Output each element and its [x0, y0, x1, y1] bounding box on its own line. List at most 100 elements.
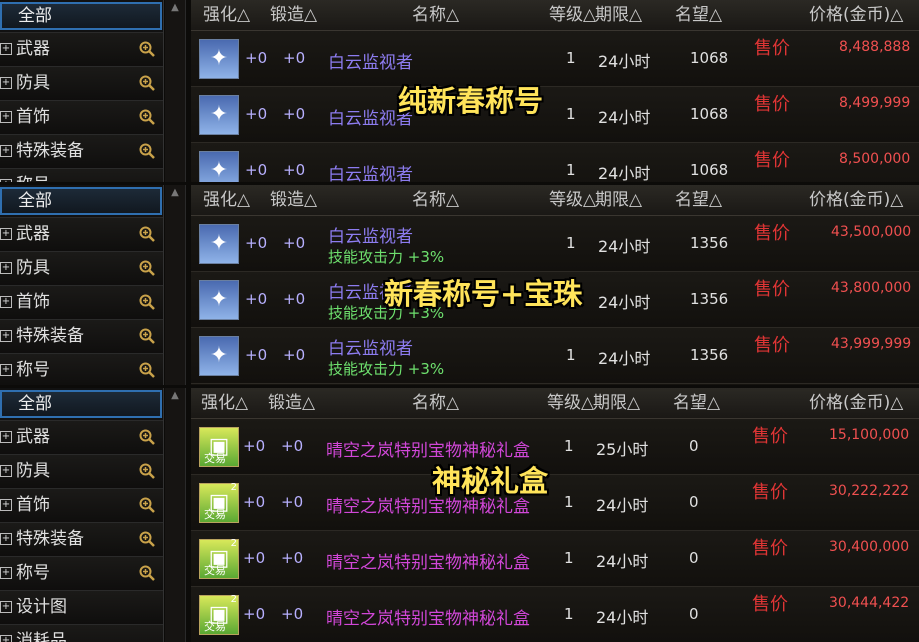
magnifier-icon[interactable] [139, 143, 155, 159]
category-item-armor[interactable]: + 防具 [0, 454, 163, 488]
table-header: 强化△ 锻造△ 名称△ 等级△ 期限△ 名望△ 价格(金币)△ [191, 0, 919, 31]
expand-icon[interactable]: + [0, 330, 12, 342]
col-forge[interactable]: 锻造△ [268, 388, 315, 418]
category-item-weapon[interactable]: + 武器 [0, 420, 163, 454]
category-item-special[interactable]: + 特殊装备 [0, 522, 163, 556]
item-name: 白云监视者 [328, 165, 413, 182]
col-name[interactable]: 名称△ [412, 0, 459, 30]
category-item-title[interactable]: + 称号 [0, 556, 163, 590]
category-item-armor[interactable]: + 防具 [0, 66, 163, 100]
expand-icon[interactable]: + [0, 567, 12, 579]
forge-value: +0 [283, 105, 306, 123]
expand-icon[interactable]: + [0, 179, 12, 182]
sidebar-scrollbar[interactable]: ▲ [165, 388, 186, 642]
category-item-title[interactable]: + 称号 [0, 353, 163, 385]
sidebar-scrollbar[interactable]: ▲ [165, 185, 186, 385]
category-item-special[interactable]: + 特殊装备 [0, 319, 163, 353]
scroll-up-icon[interactable]: ▲ [165, 185, 185, 201]
table-row[interactable]: ▣ 2 交易 +0 +0 晴空之岚特别宝物神秘礼盒 1 24小时 0 售价 30,4… [191, 531, 919, 587]
magnifier-icon[interactable] [139, 429, 155, 445]
col-price[interactable]: 价格(金币)△ [809, 388, 903, 418]
category-label: 武器 [16, 39, 50, 59]
col-name[interactable]: 名称△ [412, 388, 459, 418]
col-forge[interactable]: 锻造△ [270, 0, 317, 30]
table-row[interactable]: ✦ +0 +0 白云监视者 技能攻击力 +3% 1 24小时 1356 售价 4… [191, 328, 919, 384]
category-item-armor[interactable]: + 防具 [0, 251, 163, 285]
magnifier-icon[interactable] [139, 463, 155, 479]
col-price[interactable]: 价格(金币)△ [809, 185, 903, 215]
expand-icon[interactable]: + [0, 533, 12, 545]
expand-icon[interactable]: + [0, 364, 12, 376]
col-level[interactable]: 等级△ [549, 0, 596, 30]
category-all[interactable]: 全部 [0, 390, 162, 418]
item-bonus: 技能攻击力 +3% [328, 360, 445, 378]
category-all[interactable]: 全部 [0, 187, 162, 215]
table-row[interactable]: ▣ 交易 +0 +0 晴空之岚特别宝物神秘礼盒 1 25小时 0 售价 15,10… [191, 419, 919, 475]
expand-icon[interactable]: + [0, 145, 12, 157]
table-row[interactable]: ✦ +0 +0 白云监视者 1 24小时 1068 售价 8,499,999 [191, 87, 919, 143]
category-item-accessory[interactable]: + 首饰 [0, 488, 163, 522]
category-all[interactable]: 全部 [0, 2, 162, 30]
reputation-value: 1068 [690, 49, 729, 67]
category-label: 称号 [16, 175, 50, 182]
expand-icon[interactable]: + [0, 499, 12, 511]
table-row[interactable]: ▣ 2 交易 +0 +0 晴空之岚特别宝物神秘礼盒 1 24小时 0 售价 30,4… [191, 587, 919, 642]
category-label: 特殊装备 [16, 141, 84, 161]
category-item-accessory[interactable]: + 首饰 [0, 100, 163, 134]
col-strengthen[interactable]: 强化△ [201, 388, 248, 418]
expand-icon[interactable]: + [0, 465, 12, 477]
col-strengthen[interactable]: 强化△ [203, 0, 250, 30]
col-name[interactable]: 名称△ [412, 185, 459, 215]
magnifier-icon[interactable] [139, 328, 155, 344]
col-strengthen[interactable]: 强化△ [203, 185, 250, 215]
expand-icon[interactable]: + [0, 601, 12, 613]
magnifier-icon[interactable] [139, 362, 155, 378]
col-time[interactable]: 期限△ [595, 185, 642, 215]
expand-icon[interactable]: + [0, 296, 12, 308]
category-label: 防具 [16, 73, 50, 93]
magnifier-icon[interactable] [139, 260, 155, 276]
expand-icon[interactable]: + [0, 431, 12, 443]
category-item-title[interactable]: + 称号 [0, 168, 163, 182]
category-item-blueprint[interactable]: + 设计图 [0, 590, 163, 624]
col-reputation[interactable]: 名望△ [675, 185, 722, 215]
stack-count: 2 [230, 482, 237, 493]
col-level[interactable]: 等级△ [549, 185, 596, 215]
magnifier-icon[interactable] [139, 109, 155, 125]
table-row[interactable]: ✦ +0 +0 白云监视者 1 24小时 1068 售价 8,500,000 [191, 143, 919, 182]
col-reputation[interactable]: 名望△ [673, 388, 720, 418]
category-item-weapon[interactable]: + 武器 [0, 217, 163, 251]
category-item-weapon[interactable]: + 武器 [0, 32, 163, 66]
expand-icon[interactable]: + [0, 77, 12, 89]
scroll-up-icon[interactable]: ▲ [165, 388, 185, 404]
col-level[interactable]: 等级△ [547, 388, 594, 418]
table-row[interactable]: ▣ 2 交易 +0 +0 晴空之岚特别宝物神秘礼盒 1 24小时 0 售价 30,2… [191, 475, 919, 531]
magnifier-icon[interactable] [139, 41, 155, 57]
expand-icon[interactable]: + [0, 111, 12, 123]
magnifier-icon[interactable] [139, 226, 155, 242]
scroll-up-icon[interactable]: ▲ [165, 0, 185, 16]
expand-icon[interactable]: + [0, 262, 12, 274]
magnifier-icon[interactable] [139, 497, 155, 513]
expand-icon[interactable]: + [0, 228, 12, 240]
table-row[interactable]: ✦ +0 +0 白云监视者 1 24小时 1068 售价 8,488,888 [191, 31, 919, 87]
col-forge[interactable]: 锻造△ [270, 185, 317, 215]
expand-icon[interactable]: + [0, 635, 12, 642]
sidebar-scrollbar[interactable]: ▲ [165, 0, 186, 182]
col-time[interactable]: 期限△ [595, 0, 642, 30]
col-reputation[interactable]: 名望△ [675, 0, 722, 30]
category-item-accessory[interactable]: + 首饰 [0, 285, 163, 319]
price-value: 8,499,999 [839, 95, 911, 111]
category-item-consumable[interactable]: + 消耗品 [0, 624, 163, 642]
magnifier-icon[interactable] [139, 531, 155, 547]
magnifier-icon[interactable] [139, 294, 155, 310]
category-item-special[interactable]: + 特殊装备 [0, 134, 163, 168]
table-row[interactable]: ✦ +0 +0 白云监视者 技能攻击力 +3% 1 24小时 1356 售价 4… [191, 216, 919, 272]
strengthen-value: +0 [245, 105, 268, 123]
col-price[interactable]: 价格(金币)△ [809, 0, 903, 30]
magnifier-icon[interactable] [139, 75, 155, 91]
col-time[interactable]: 期限△ [593, 388, 640, 418]
reputation-value: 1356 [690, 290, 729, 308]
magnifier-icon[interactable] [139, 565, 155, 581]
expand-icon[interactable]: + [0, 43, 12, 55]
